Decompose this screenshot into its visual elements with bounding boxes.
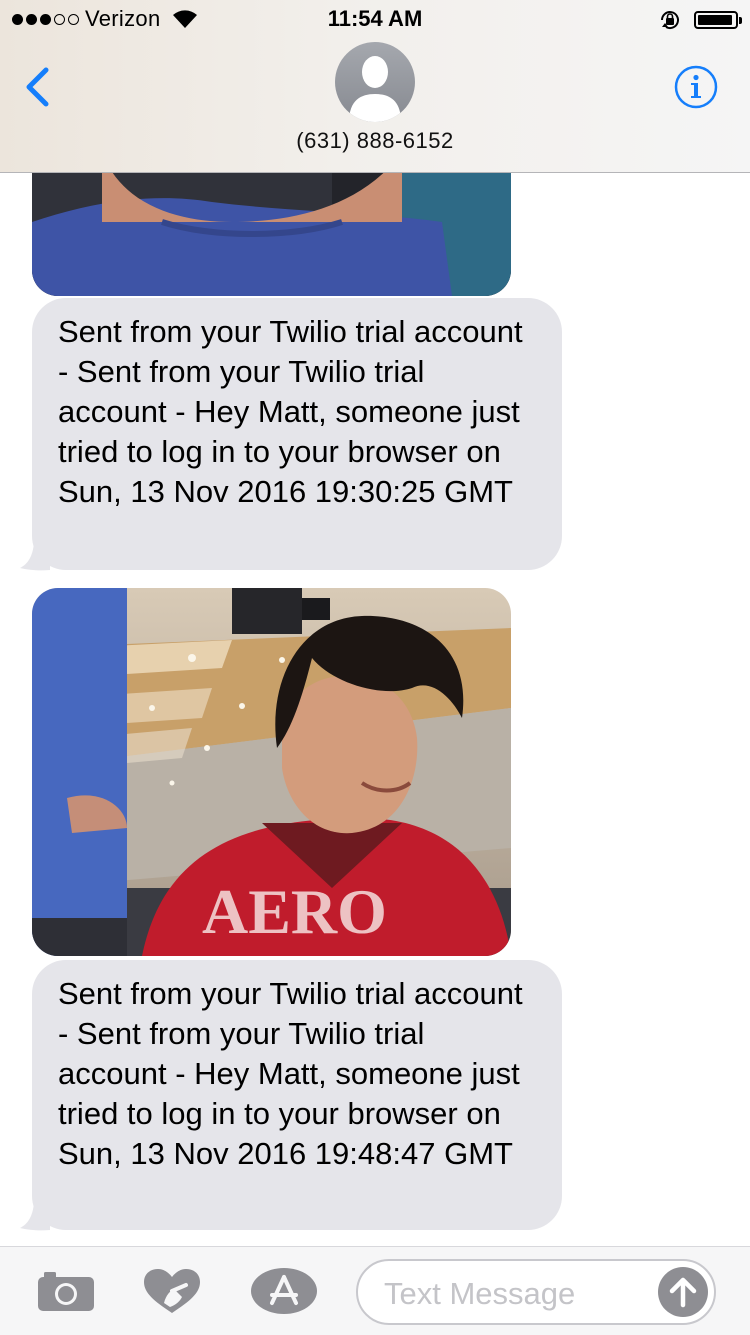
back-button[interactable]: [20, 62, 60, 112]
compose-bar: [0, 1246, 750, 1335]
message-input-field[interactable]: [356, 1259, 716, 1325]
status-bar: Verizon 11:54 AM: [0, 0, 750, 40]
contact-number[interactable]: (631) 888-6152: [0, 128, 750, 154]
message-thread[interactable]: Sent from your Twilio trial account - Se…: [0, 172, 750, 1246]
digital-touch-button[interactable]: [142, 1267, 202, 1322]
app-store-icon: [251, 1268, 317, 1314]
photo-image: [32, 172, 511, 296]
rotation-lock-icon: [661, 11, 679, 30]
arrow-up-icon: [669, 1277, 697, 1308]
person-silhouette-icon: [349, 56, 401, 122]
message-text: Sent from your Twilio trial account - Se…: [58, 314, 523, 509]
contact-avatar[interactable]: [335, 42, 415, 122]
heart-hand-icon: [144, 1269, 200, 1313]
message-photo[interactable]: [32, 172, 511, 296]
message-input[interactable]: [382, 1271, 646, 1317]
bubble-tail: [20, 1202, 50, 1231]
battery-icon: [694, 11, 742, 29]
message-bubble[interactable]: Sent from your Twilio trial account - Se…: [32, 960, 562, 1230]
app-store-button[interactable]: [250, 1267, 318, 1320]
chevron-left-icon: [26, 67, 49, 107]
battery-level: [698, 15, 733, 25]
send-button[interactable]: [658, 1267, 708, 1317]
svg-text:AERO: AERO: [202, 876, 387, 947]
message-text: Sent from your Twilio trial account - Se…: [58, 976, 523, 1171]
status-time: 11:54 AM: [327, 6, 423, 31]
info-icon: [674, 65, 718, 109]
photo-image: AERO: [32, 588, 511, 956]
message-bubble[interactable]: Sent from your Twilio trial account - Se…: [32, 298, 562, 570]
bubble-tail: [20, 542, 50, 571]
camera-icon: [38, 1272, 94, 1311]
camera-button[interactable]: [36, 1267, 96, 1320]
info-button[interactable]: [674, 65, 718, 109]
message-photo[interactable]: AERO: [32, 588, 511, 956]
